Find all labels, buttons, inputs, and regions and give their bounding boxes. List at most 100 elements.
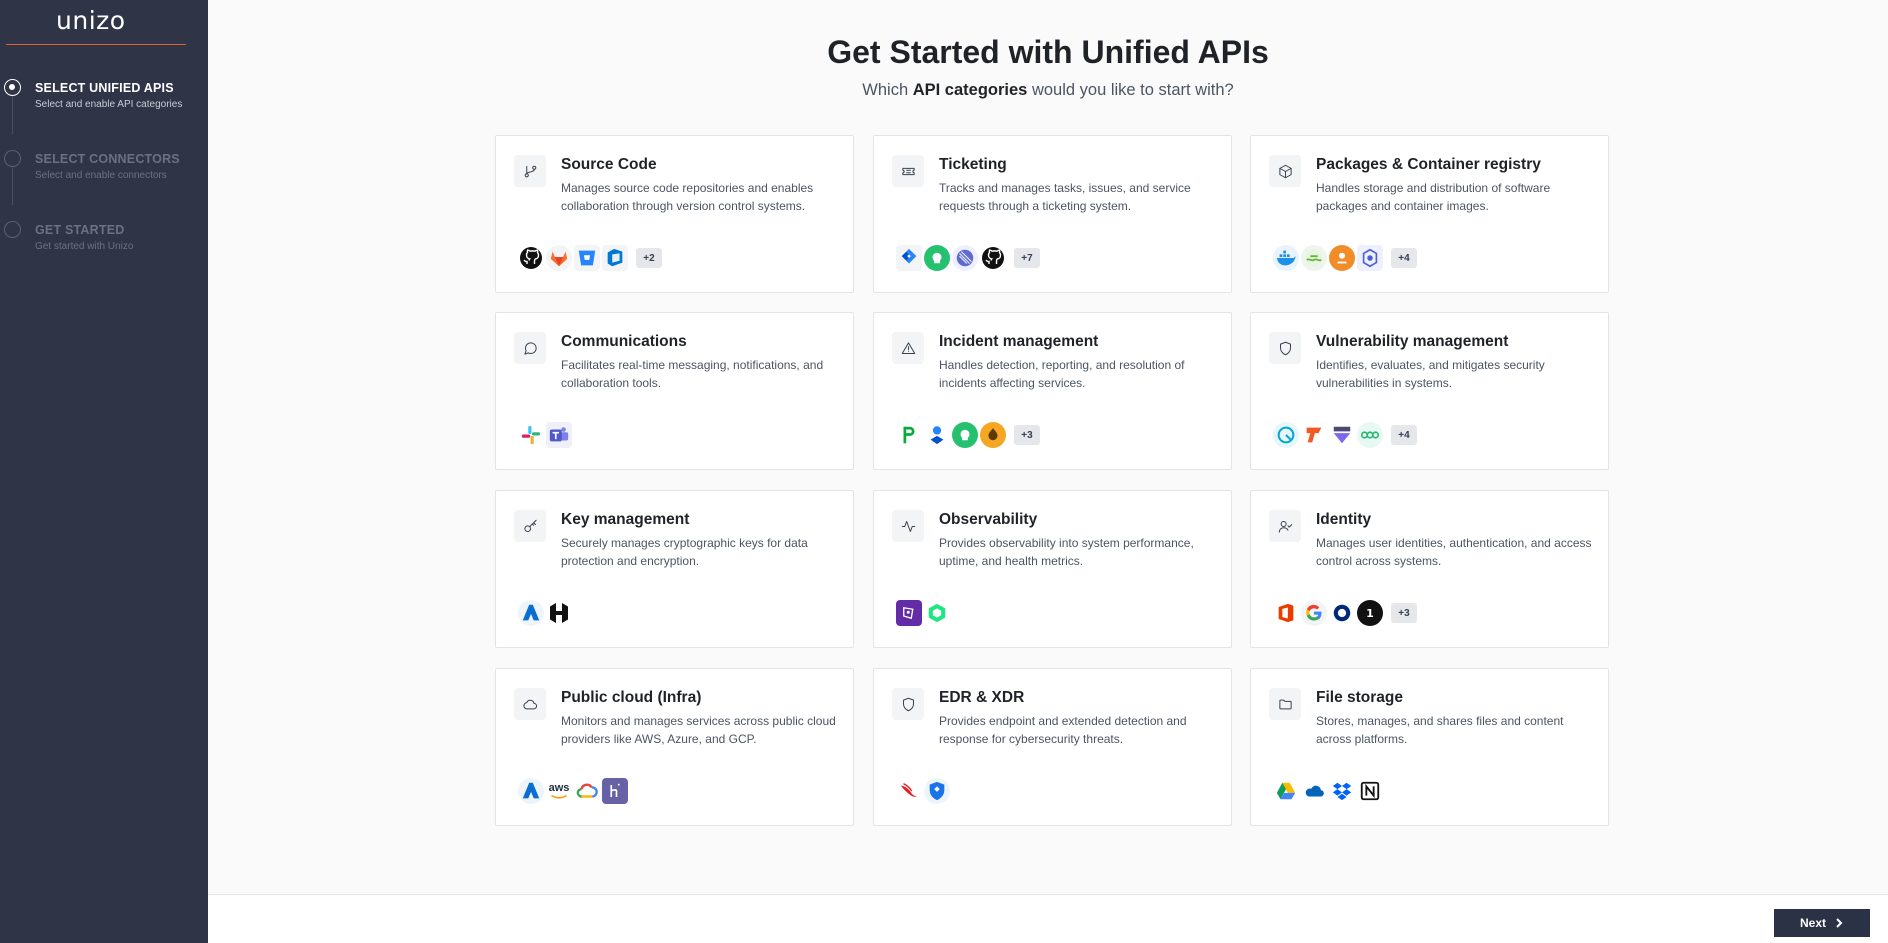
step-title: GET STARTED — [35, 223, 125, 237]
category-card-key-management[interactable]: Key management Securely manages cryptogr… — [495, 490, 854, 648]
splunk-oncall-logo-icon — [980, 422, 1006, 448]
card-description: Provides observability into system perfo… — [939, 536, 1194, 568]
step-subtitle: Select and enable API categories — [35, 99, 183, 110]
card-title: Source Code — [561, 156, 657, 173]
folder-icon — [1269, 688, 1301, 720]
cloud-icon — [514, 688, 546, 720]
microsoft-office-logo-icon — [1273, 600, 1299, 626]
unizo-logo: unizo — [56, 6, 126, 35]
connector-logos — [518, 600, 572, 626]
next-button[interactable]: Next — [1774, 909, 1870, 937]
card-description: Monitors and manages services across pub… — [561, 714, 836, 746]
github-logo-icon — [980, 245, 1006, 271]
step-connector-line — [12, 167, 13, 205]
qualys-logo-icon — [1273, 422, 1299, 448]
crowdstrike-logo-icon — [896, 778, 922, 804]
okta-logo-icon — [1329, 600, 1355, 626]
connector-logos: +7 — [896, 245, 1040, 271]
docker-logo-icon — [1273, 245, 1299, 271]
page-title: Get Started with Unified APIs — [827, 34, 1269, 70]
category-card-edr-xdr[interactable]: EDR & XDR Provides endpoint and extended… — [873, 668, 1232, 826]
card-description: Provides endpoint and extended detection… — [939, 714, 1187, 746]
newrelic-logo-icon — [924, 600, 950, 626]
step-indicator-icon — [4, 150, 21, 167]
linear-logo-icon — [952, 245, 978, 271]
card-title: EDR & XDR — [939, 689, 1025, 706]
card-title: Vulnerability management — [1316, 333, 1509, 350]
opsgenie-logo-icon — [924, 422, 950, 448]
card-title: Observability — [939, 511, 1038, 528]
connector-logos — [1273, 778, 1383, 804]
git-branch-icon — [514, 155, 546, 187]
card-title: Communications — [561, 333, 687, 350]
card-title: Ticketing — [939, 156, 1007, 173]
step-title: SELECT UNIFIED APIS — [35, 81, 174, 95]
azure-key-vault-logo-icon — [518, 600, 544, 626]
more-connectors-badge: +7 — [1014, 248, 1040, 268]
chevron-right-icon — [1836, 918, 1843, 928]
dropbox-logo-icon — [1329, 778, 1355, 804]
subtitle-bold-text: API categories — [912, 81, 1028, 99]
google-drive-logo-icon — [1273, 778, 1299, 804]
slack-logo-icon — [518, 422, 544, 448]
orca-logo-icon — [1357, 422, 1383, 448]
card-description: Handles detection, reporting, and resolu… — [939, 358, 1185, 390]
category-card-ticketing[interactable]: Ticketing Tracks and manages tasks, issu… — [873, 135, 1232, 293]
microsoft-teams-logo-icon — [546, 422, 572, 448]
category-card-vulnerability-management[interactable]: Vulnerability management Identifies, eva… — [1250, 312, 1609, 470]
datadog-logo-icon — [896, 600, 922, 626]
card-description: Stores, manages, and shares files and co… — [1316, 714, 1564, 746]
pagerduty-logo-icon — [896, 422, 922, 448]
gitlab-logo-icon — [546, 245, 572, 271]
key-icon — [514, 510, 546, 542]
card-description: Manages source code repositories and ena… — [561, 181, 814, 213]
subtitle-text: would you like to start with? — [1027, 81, 1234, 99]
subtitle-text: Which — [862, 81, 913, 99]
step-indicator-icon — [4, 221, 21, 238]
category-card-public-cloud[interactable]: Public cloud (Infra) Monitors and manage… — [495, 668, 854, 826]
category-card-packages-container-registry[interactable]: Packages & Container registry Handles st… — [1250, 135, 1609, 293]
category-card-communications[interactable]: Communications Facilitates real-time mes… — [495, 312, 854, 470]
activity-icon — [892, 510, 924, 542]
heroku-logo-icon — [602, 778, 628, 804]
tenable-logo-icon — [1301, 422, 1327, 448]
step-title: SELECT CONNECTORS — [35, 152, 180, 166]
harbor-logo-icon — [1301, 245, 1327, 271]
onepassword-logo-icon: 1 — [1357, 600, 1383, 626]
next-button-label: Next — [1799, 916, 1826, 930]
connector-logos — [896, 778, 950, 804]
more-connectors-badge: +4 — [1391, 248, 1417, 268]
page-subtitle: Which API categories would you like to s… — [208, 81, 1888, 100]
category-card-source-code[interactable]: Source Code Manages source code reposito… — [495, 135, 854, 293]
card-description: Manages user identities, authentication,… — [1316, 536, 1592, 568]
card-title: Packages & Container registry — [1316, 156, 1541, 173]
azure-logo-icon — [518, 778, 544, 804]
ticket-icon — [892, 155, 924, 187]
more-connectors-badge: +4 — [1391, 425, 1417, 445]
connector-logos — [518, 422, 572, 448]
category-card-incident-management[interactable]: Incident management Handles detection, r… — [873, 312, 1232, 470]
step-indicator-icon — [4, 79, 21, 96]
connector-logos: +4 — [1273, 245, 1417, 271]
category-card-observability[interactable]: Observability Provides observability int… — [873, 490, 1232, 648]
jfrog-logo-icon — [1329, 245, 1355, 271]
step-subtitle: Select and enable connectors — [35, 170, 167, 181]
azure-repos-logo-icon — [602, 245, 628, 271]
aws-logo-icon: aws — [546, 778, 572, 804]
alert-triangle-icon — [892, 332, 924, 364]
card-description: Securely manages cryptographic keys for … — [561, 536, 808, 568]
github-logo-icon — [518, 245, 544, 271]
microsoft-defender-logo-icon — [924, 778, 950, 804]
google-cloud-logo-icon — [574, 778, 600, 804]
user-check-icon — [1269, 510, 1301, 542]
category-card-file-storage[interactable]: File storage Stores, manages, and shares… — [1250, 668, 1609, 826]
category-card-identity[interactable]: Identity Manages user identities, authen… — [1250, 490, 1609, 648]
card-title: Key management — [561, 511, 690, 528]
step-subtitle: Get started with Unizo — [35, 241, 134, 252]
nexus-logo-icon — [1357, 245, 1383, 271]
jira-logo-icon — [896, 245, 922, 271]
card-title: Public cloud (Infra) — [561, 689, 702, 706]
freshdesk-logo-icon — [924, 245, 950, 271]
connector-logos — [896, 600, 950, 626]
more-connectors-badge: +3 — [1391, 603, 1417, 623]
